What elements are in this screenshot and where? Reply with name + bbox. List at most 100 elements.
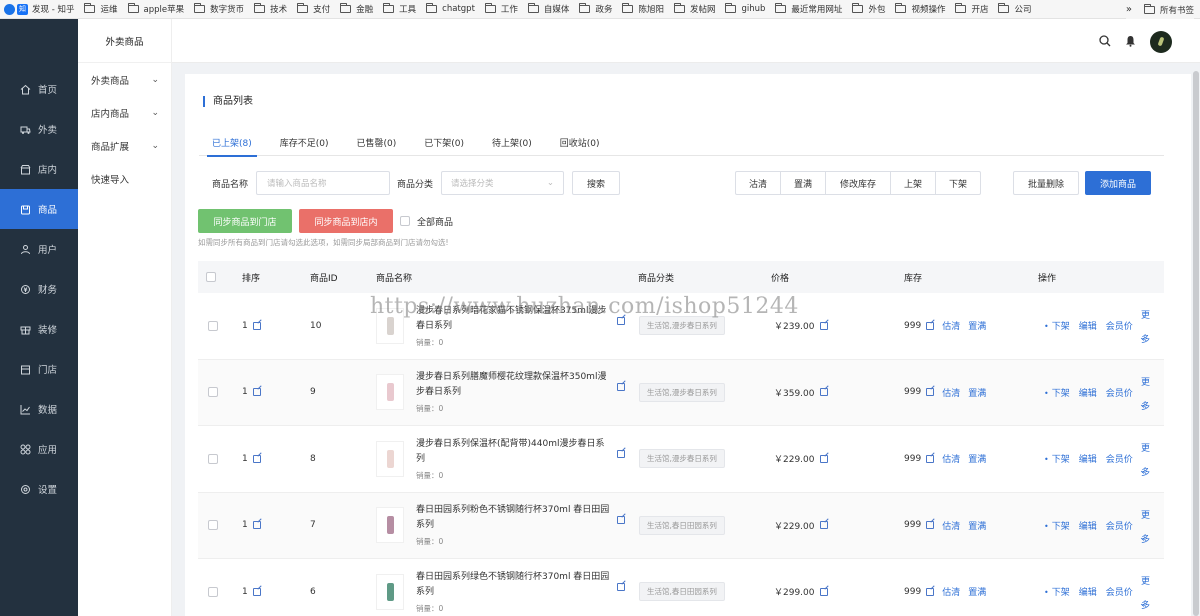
edit-icon[interactable]	[252, 388, 261, 397]
edit-icon[interactable]	[819, 454, 828, 463]
edit-icon[interactable]	[617, 316, 625, 325]
bookmark-item[interactable]: 视频操作	[895, 3, 945, 15]
more-link[interactable]: 更多	[1141, 437, 1151, 485]
edit-link[interactable]: 编辑	[1079, 386, 1097, 399]
sidebar-item-goods[interactable]: 商品	[0, 189, 78, 229]
sold-out-link[interactable]: 估清	[942, 585, 960, 598]
bookmark-item[interactable]: 运维	[84, 3, 118, 15]
chevron-down-icon[interactable]: ⌄	[1139, 466, 1147, 476]
bookmark-item[interactable]: 支付	[297, 3, 330, 15]
scrollbar-thumb[interactable]	[1193, 71, 1199, 616]
row-checkbox[interactable]	[208, 453, 218, 464]
search-button[interactable]: 搜索	[572, 171, 621, 195]
edit-icon[interactable]	[617, 449, 625, 458]
edit-link[interactable]: 编辑	[1079, 452, 1097, 465]
avatar[interactable]	[1150, 31, 1172, 53]
off-shelf-link[interactable]: 下架	[1044, 585, 1070, 598]
bulk-action-button[interactable]: 上架	[890, 171, 936, 195]
subnav-item[interactable]: 快速导入	[78, 162, 171, 195]
sidebar-item-store[interactable]: 店内	[0, 149, 78, 189]
off-shelf-link[interactable]: 下架	[1044, 452, 1070, 465]
member-price-link[interactable]: 会员价	[1106, 452, 1133, 465]
bookmark-item[interactable]: 陈旭阳	[622, 3, 664, 15]
edit-icon[interactable]	[926, 454, 935, 463]
edit-icon[interactable]	[617, 582, 625, 591]
edit-link[interactable]: 编辑	[1079, 319, 1097, 332]
bookmark-item[interactable]: gihub	[725, 3, 765, 14]
bookmark-item[interactable]: apple苹果	[127, 3, 184, 15]
select-all-checkbox[interactable]	[206, 272, 216, 282]
row-checkbox[interactable]	[208, 320, 218, 331]
sidebar-item-settings[interactable]: 设置	[0, 469, 78, 509]
bookmark-item[interactable]: 金融	[340, 3, 373, 15]
bookmark-item[interactable]: 最近常用网址	[775, 3, 842, 15]
add-goods-button[interactable]: 添加商品	[1085, 171, 1151, 195]
more-link[interactable]: 更多	[1141, 371, 1151, 419]
bookmark-item[interactable]: 技术	[254, 3, 287, 15]
sidebar-item-finance[interactable]: 财务	[0, 269, 78, 309]
bookmark-item[interactable]: 公司	[998, 3, 1032, 15]
bookmark-item[interactable]: 政务	[579, 3, 612, 15]
sidebar-item-decorate[interactable]: 装修	[0, 309, 78, 349]
bookmark-item[interactable]: 开店	[955, 3, 988, 15]
edit-icon[interactable]	[617, 516, 625, 525]
edit-icon[interactable]	[926, 521, 935, 530]
goods-name[interactable]: 漫步春日系列暗花家猫不锈钢保温杯375ml漫步春日系列	[416, 304, 612, 334]
tab-status[interactable]: 已售罄(0)	[344, 132, 410, 156]
edit-icon[interactable]	[819, 321, 828, 330]
edit-icon[interactable]	[926, 388, 935, 397]
chevron-down-icon[interactable]: ⌄	[1139, 599, 1147, 609]
sidebar-item-chart[interactable]: 数据	[0, 389, 78, 429]
goods-name[interactable]: 漫步春日系列保温杯(配背带)440ml漫步春日系列	[416, 437, 612, 467]
goods-name[interactable]: 春日田园系列粉色不锈钢随行杯370ml 春日田园系列	[416, 503, 612, 533]
off-shelf-link[interactable]: 下架	[1044, 386, 1070, 399]
goods-name[interactable]: 漫步春日系列膳魔师樱花纹理款保温杯350ml漫步春日系列	[416, 370, 612, 400]
tab-status[interactable]: 已下架(0)	[411, 132, 477, 156]
sidebar-item-home[interactable]: 首页	[0, 69, 78, 109]
bookmarks-overflow[interactable]: » 所有书签	[1125, 0, 1194, 19]
fill-stock-link[interactable]: 置满	[968, 319, 986, 332]
bookmark-item[interactable]: 发帖网	[673, 3, 715, 15]
sidebar-item-delivery[interactable]: 外卖	[0, 109, 78, 149]
scrollbar[interactable]	[1192, 63, 1200, 616]
sold-out-link[interactable]: 估清	[942, 519, 960, 532]
fill-stock-link[interactable]: 置满	[968, 519, 986, 532]
chevron-down-icon[interactable]: ⌄	[1139, 333, 1147, 343]
bell-icon[interactable]	[1125, 35, 1136, 50]
fill-stock-link[interactable]: 置满	[968, 386, 986, 399]
bookmark-item[interactable]: 自媒体	[527, 3, 569, 15]
sync-to-instore-button[interactable]: 同步商品到店内	[299, 209, 393, 233]
fill-stock-link[interactable]: 置满	[968, 452, 986, 465]
chevron-down-icon[interactable]: ⌄	[1139, 533, 1147, 543]
goods-name[interactable]: 春日田园系列绿色不锈钢随行杯370ml 春日田园系列	[416, 570, 612, 600]
tab-status[interactable]: 库存不足(0)	[267, 132, 342, 156]
edit-icon[interactable]	[252, 454, 261, 463]
tab-status[interactable]: 回收站(0)	[547, 132, 613, 156]
edit-icon[interactable]	[252, 587, 261, 596]
bulk-action-button[interactable]: 沽清	[735, 171, 781, 195]
row-checkbox[interactable]	[208, 520, 218, 531]
sold-out-link[interactable]: 估清	[942, 386, 960, 399]
edit-icon[interactable]	[819, 388, 828, 397]
bulk-action-button[interactable]: 下架	[935, 171, 981, 195]
category-select[interactable]: 请选择分类 ⌄	[441, 171, 565, 195]
sold-out-link[interactable]: 估清	[942, 452, 960, 465]
bookmark-item[interactable]: 工具	[383, 3, 416, 15]
edit-icon[interactable]	[617, 383, 625, 392]
tab-status[interactable]: 待上架(0)	[479, 132, 545, 156]
member-price-link[interactable]: 会员价	[1106, 319, 1133, 332]
sync-to-store-button[interactable]: 同步商品到门店	[198, 209, 292, 233]
bookmark-item[interactable]: 工作	[484, 3, 518, 15]
all-goods-checkbox[interactable]	[400, 216, 410, 226]
bulk-action-button[interactable]: 修改库存	[825, 171, 891, 195]
subnav-item[interactable]: 店内商品 ⌄	[78, 96, 171, 129]
off-shelf-link[interactable]: 下架	[1044, 319, 1070, 332]
more-link[interactable]: 更多	[1141, 504, 1151, 552]
edit-icon[interactable]	[252, 321, 261, 330]
edit-icon[interactable]	[819, 587, 828, 596]
search-icon[interactable]	[1099, 34, 1111, 50]
edit-icon[interactable]	[252, 521, 261, 530]
edit-link[interactable]: 编辑	[1079, 585, 1097, 598]
row-checkbox[interactable]	[208, 387, 218, 398]
row-checkbox[interactable]	[208, 586, 218, 597]
